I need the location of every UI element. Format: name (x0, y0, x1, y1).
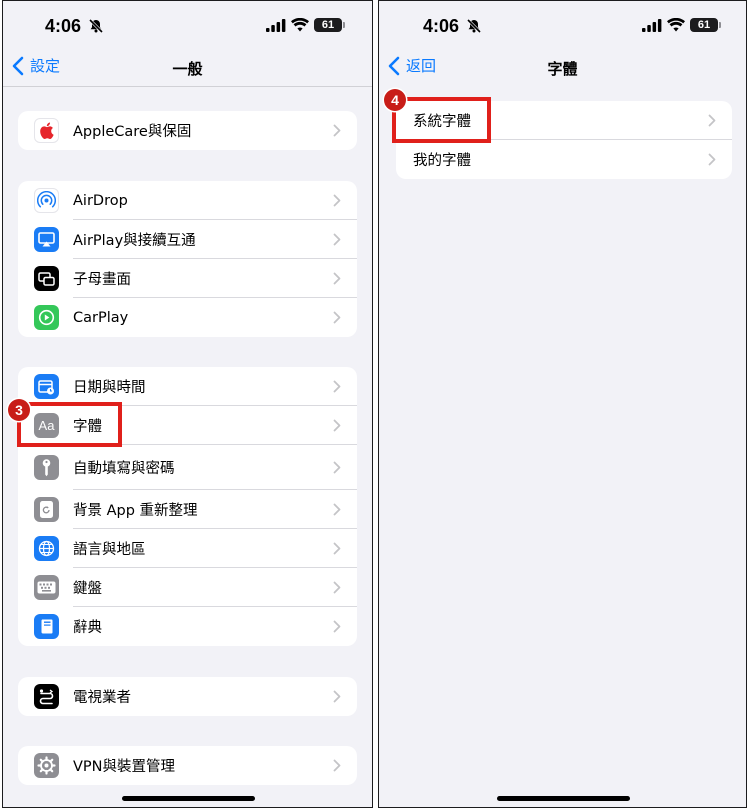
chevron-right-icon (333, 311, 341, 324)
step-badge-3: 3 (8, 399, 30, 421)
right-screenshot: 4:06 61 返回 字體 系統字體 我的字體 4 (378, 0, 747, 808)
chevron-right-icon (333, 581, 341, 594)
status-bar: 4:06 61 (379, 1, 746, 51)
settings-row-background-app-refresh[interactable]: 背景 App 重新整理 (18, 490, 357, 529)
cellular-signal-icon (266, 19, 286, 32)
chevron-right-icon (708, 114, 716, 127)
pip-icon (34, 266, 59, 291)
page-title: 一般 (172, 60, 203, 78)
settings-group-vpn: VPN與裝置管理 (18, 746, 357, 785)
settings-row-keyboard[interactable]: 鍵盤 (18, 568, 357, 607)
row-label: 日期與時間 (73, 380, 146, 396)
silent-bell-icon (88, 18, 104, 34)
row-label: 子母畫面 (73, 272, 131, 288)
row-label: 自動填寫與密碼 (73, 461, 175, 477)
settings-row-picture-in-picture[interactable]: 子母畫面 (18, 259, 357, 298)
left-screenshot: 4:06 61 設定 一般 AppleCare與保固 AirDrop AirPl… (2, 0, 373, 808)
airplay-icon (34, 227, 59, 252)
navigation-bar: 設定 一般 (3, 51, 372, 87)
status-time: 4:06 (45, 16, 82, 36)
row-label: 鍵盤 (73, 581, 102, 597)
chevron-right-icon (333, 419, 341, 432)
home-indicator (496, 796, 630, 801)
settings-row-carplay[interactable]: CarPlay (18, 298, 357, 337)
settings-row-language-region[interactable]: 語言與地區 (18, 529, 357, 568)
highlight-box-system-fonts (392, 97, 491, 143)
settings-group-applecare: AppleCare與保固 (18, 111, 357, 150)
row-label: AirPlay與接續互通 (73, 233, 196, 249)
chevron-right-icon (333, 124, 341, 137)
key-icon (34, 455, 59, 480)
battery-indicator: 61 (314, 18, 345, 32)
row-label: CarPlay (73, 309, 129, 326)
settings-row-vpn-device-management[interactable]: VPN與裝置管理 (18, 746, 357, 785)
airdrop-icon (34, 188, 59, 213)
refresh-icon (34, 497, 59, 522)
highlight-box-fonts (17, 402, 122, 447)
cellular-signal-icon (642, 19, 662, 32)
chevron-right-icon (333, 690, 341, 703)
row-label: 辭典 (73, 620, 102, 636)
chevron-right-icon (333, 272, 341, 285)
home-indicator (121, 796, 255, 801)
navigation-bar: 返回 字體 (379, 51, 746, 87)
chevron-right-icon (333, 233, 341, 246)
gear-icon (34, 753, 59, 778)
chevron-right-icon (333, 380, 341, 393)
chevron-right-icon (708, 153, 716, 166)
settings-group-tv-provider: 電視業者 (18, 677, 357, 716)
settings-row-dictionary[interactable]: 辭典 (18, 607, 357, 646)
row-label: 語言與地區 (73, 542, 146, 558)
tv-provider-icon (34, 684, 59, 709)
row-label: AirDrop (73, 192, 128, 209)
status-time: 4:06 (423, 16, 460, 36)
wifi-icon (291, 18, 309, 32)
chevron-right-icon (333, 542, 341, 555)
chevron-right-icon (333, 194, 341, 207)
page-title: 字體 (547, 60, 578, 78)
row-label: 背景 App 重新整理 (73, 503, 198, 519)
calendar-clock-icon (34, 374, 59, 399)
settings-row-autofill-passwords[interactable]: 自動填寫與密碼 (18, 445, 357, 490)
row-label: 電視業者 (73, 690, 131, 706)
settings-row-airplay[interactable]: AirPlay與接續互通 (18, 220, 357, 259)
settings-row-tv-provider[interactable]: 電視業者 (18, 677, 357, 716)
row-label: 我的字體 (413, 153, 471, 169)
settings-row-applecare[interactable]: AppleCare與保固 (18, 111, 357, 150)
apple-icon (34, 118, 59, 143)
settings-row-airdrop[interactable]: AirDrop (18, 181, 357, 220)
globe-icon (34, 536, 59, 561)
chevron-right-icon (333, 759, 341, 772)
silent-bell-icon (466, 18, 482, 34)
chevron-right-icon (333, 503, 341, 516)
step-badge-4: 4 (384, 89, 406, 111)
dictionary-icon (34, 614, 59, 639)
fonts-row-my-fonts[interactable]: 我的字體 (396, 140, 732, 179)
status-bar: 4:06 61 (3, 1, 372, 51)
battery-indicator: 61 (690, 18, 721, 32)
settings-row-date-time[interactable]: 日期與時間 (18, 367, 357, 406)
wifi-icon (667, 18, 685, 32)
carplay-icon (34, 305, 59, 330)
settings-group-connectivity: AirDrop AirPlay與接續互通 子母畫面 CarPlay (18, 181, 357, 337)
keyboard-icon (34, 575, 59, 600)
row-label: AppleCare與保固 (73, 124, 192, 140)
chevron-right-icon (333, 461, 341, 474)
row-label: VPN與裝置管理 (73, 759, 176, 775)
chevron-right-icon (333, 620, 341, 633)
